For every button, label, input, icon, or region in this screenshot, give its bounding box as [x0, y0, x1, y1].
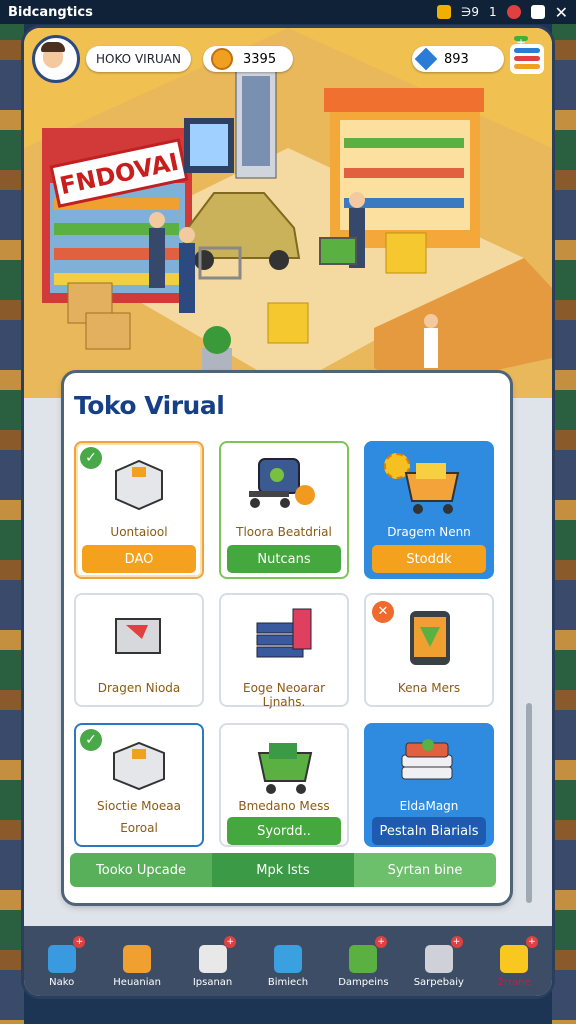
status-indicator-2: 1: [488, 5, 497, 19]
storage-icon: [198, 945, 227, 973]
plus-icon: +: [514, 36, 528, 49]
nav-badge: +: [525, 936, 538, 948]
scrollbar[interactable]: [526, 703, 532, 903]
nav-label: Nako: [49, 977, 75, 988]
nav-badge: +: [224, 936, 237, 948]
gem-icon: [414, 47, 438, 71]
tile-label: Sioctie Moeaa: [97, 799, 181, 813]
window-icon[interactable]: [530, 5, 545, 19]
tray-stack-icon: [401, 739, 453, 780]
app-title: Bidcangtics: [8, 4, 93, 20]
nav-item-heuanian[interactable]: Heuanian: [99, 926, 174, 996]
shop-tile[interactable]: ✕ Kena Mers: [364, 593, 494, 707]
tag-icon: [500, 945, 529, 973]
shop-tile[interactable]: ✓ Uontaiool DAO: [74, 441, 204, 579]
bag-icon: [273, 945, 302, 973]
shop-tile[interactable]: Eoge Neoarar Ljnahs.: [219, 593, 349, 709]
stack-icon: [256, 608, 312, 658]
record-icon: [506, 5, 521, 19]
status-bar: Bidcangtics ∋9 1 ✕: [0, 0, 576, 24]
nav-item-bimiech[interactable]: Bimiech: [250, 926, 325, 996]
tile-label: Kena Mers: [397, 681, 461, 695]
background-left: [0, 0, 24, 1024]
gem-counter[interactable]: 893: [412, 46, 504, 72]
tile-label: Eoge Neoarar Ljnahs.: [242, 681, 325, 709]
shop-tile[interactable]: Dragem Nenn Stoddk: [364, 441, 494, 579]
nav-item-dampeins[interactable]: + Dampeins: [326, 926, 401, 996]
coin-counter[interactable]: 3395: [203, 46, 293, 72]
nav-item-2rrane[interactable]: + 2rrane: [477, 926, 552, 996]
tile-button[interactable]: Pestaln Biarials: [372, 817, 486, 845]
bottom-nav: + Nako Heuanian + Ipsanan Bimiech + Damp…: [24, 926, 552, 996]
nav-label: Heuanian: [113, 977, 161, 988]
menu-stripe-icon: [514, 64, 540, 69]
nav-item-sarpebaiy[interactable]: + Sarpebaiy: [401, 926, 476, 996]
menu-button[interactable]: +: [510, 36, 544, 74]
shop-card: Toko Virual ✓ Uontaiool DAO Tloora Beatd…: [64, 373, 532, 903]
card-title: Toko Virual: [74, 391, 225, 420]
store-illustration: FNDOVAI: [24, 28, 552, 398]
tab-system[interactable]: Syrtan bine: [354, 853, 496, 887]
nav-badge: +: [450, 936, 463, 948]
box-icon: [113, 741, 165, 791]
player-bar: HOKO VIRUAN 3395 893 +: [32, 35, 544, 83]
cart-icon: [404, 463, 460, 514]
nav-item-ipsanan[interactable]: + Ipsanan: [175, 926, 250, 996]
tile-label: Dragem Nenn: [387, 525, 471, 539]
shop-tile[interactable]: Bmedano Mess Syordd..: [219, 723, 349, 847]
tile-button[interactable]: Syordd..: [227, 817, 341, 845]
nav-label: Dampeins: [338, 977, 389, 988]
tile-button[interactable]: Stoddk: [372, 545, 486, 573]
shop-tile[interactable]: EldaMagn Pestaln Biarials: [364, 723, 494, 847]
background-right: [552, 0, 576, 1024]
nav-badge: +: [375, 936, 388, 948]
player-name: HOKO VIRUAN: [86, 46, 191, 72]
box-icon: [115, 459, 163, 511]
nako-icon: [47, 945, 76, 973]
tile-label: Tloora Beatdrial: [236, 525, 332, 539]
tile-sublabel: Eoroal: [120, 821, 158, 835]
nav-item-nako[interactable]: + Nako: [24, 926, 99, 996]
nav-label: 2rrane: [497, 977, 531, 988]
tile-label: Dragen Nioda: [97, 681, 181, 695]
tab-lists[interactable]: Mpk lsts: [212, 853, 354, 887]
nav-label: Bimiech: [267, 977, 309, 988]
tile-button[interactable]: DAO: [82, 545, 196, 573]
tab-upgrade[interactable]: Tooko Upcade: [70, 853, 212, 887]
coin-value: 3395: [243, 51, 277, 67]
trolley-icon: [249, 458, 315, 508]
cart-icon: [349, 945, 378, 973]
box-icon: [115, 618, 161, 654]
shop-tile[interactable]: Tloora Beatdrial Nutcans: [219, 441, 349, 579]
nav-badge: +: [73, 936, 86, 948]
game-panel: FNDOVAI HOKO VIRUAN 3395 893 + Toko Viru…: [24, 28, 552, 996]
package-icon: [424, 945, 453, 973]
tile-label: EldaMagn: [399, 799, 459, 813]
store-scene: FNDOVAI HOKO VIRUAN 3395 893 +: [24, 28, 552, 398]
cart-icon: [257, 743, 313, 794]
tab-bar: Tooko Upcade Mpk lsts Syrtan bine: [70, 853, 496, 887]
nav-label: Ipsanan: [192, 977, 233, 988]
avatar[interactable]: [32, 35, 80, 83]
coin-icon: [211, 48, 233, 70]
tablet-icon: [410, 611, 450, 665]
shop-tile[interactable]: ✓ Sioctie Moeaa Eoroal: [74, 723, 204, 847]
notification-icon: [436, 5, 451, 19]
nav-label: Sarpebaiy: [413, 977, 464, 988]
shop-tile[interactable]: Dragen Nioda: [74, 593, 204, 707]
box-icon: [123, 945, 152, 973]
tile-label: Uontaiool: [110, 525, 168, 539]
close-icon[interactable]: ✕: [555, 3, 568, 22]
status-indicator: ∋9: [460, 5, 479, 19]
gem-value: 893: [444, 51, 469, 67]
tile-label: Bmedano Mess: [238, 799, 330, 813]
tile-button[interactable]: Nutcans: [227, 545, 341, 573]
menu-stripe-icon: [514, 56, 540, 61]
